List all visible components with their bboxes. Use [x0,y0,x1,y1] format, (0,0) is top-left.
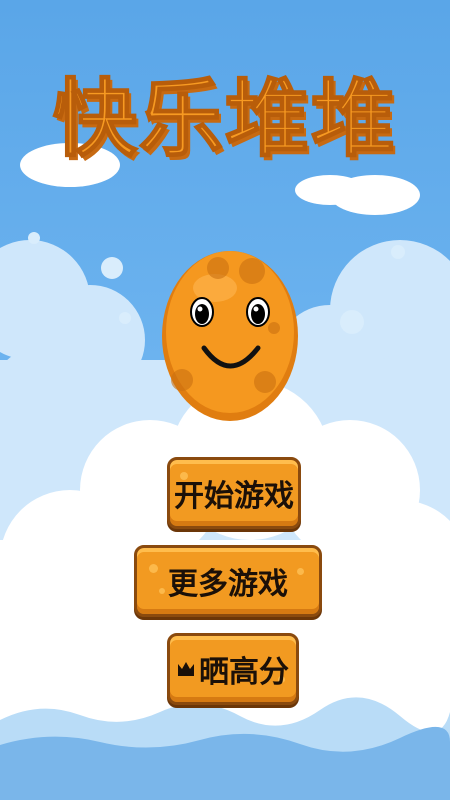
start-game-button[interactable]: 开始游戏 [167,457,301,529]
more-games-button[interactable]: 更多游戏 [134,545,322,617]
bottom-wave [0,697,450,800]
game-scene: 快乐堆堆 开始游戏 更多游戏 晒高分 [0,0,450,800]
show-high-score-content: 晒高分 [177,647,289,691]
show-high-score-label: 晒高分 [199,655,289,690]
start-game-label: 开始游戏 [174,479,294,514]
show-high-score-button[interactable]: 晒高分 [167,633,299,705]
crown-icon [178,662,194,676]
more-games-label: 更多游戏 [168,567,288,602]
game-title: 快乐堆堆 [52,69,397,169]
smiling-orange-face-icon [162,251,298,421]
